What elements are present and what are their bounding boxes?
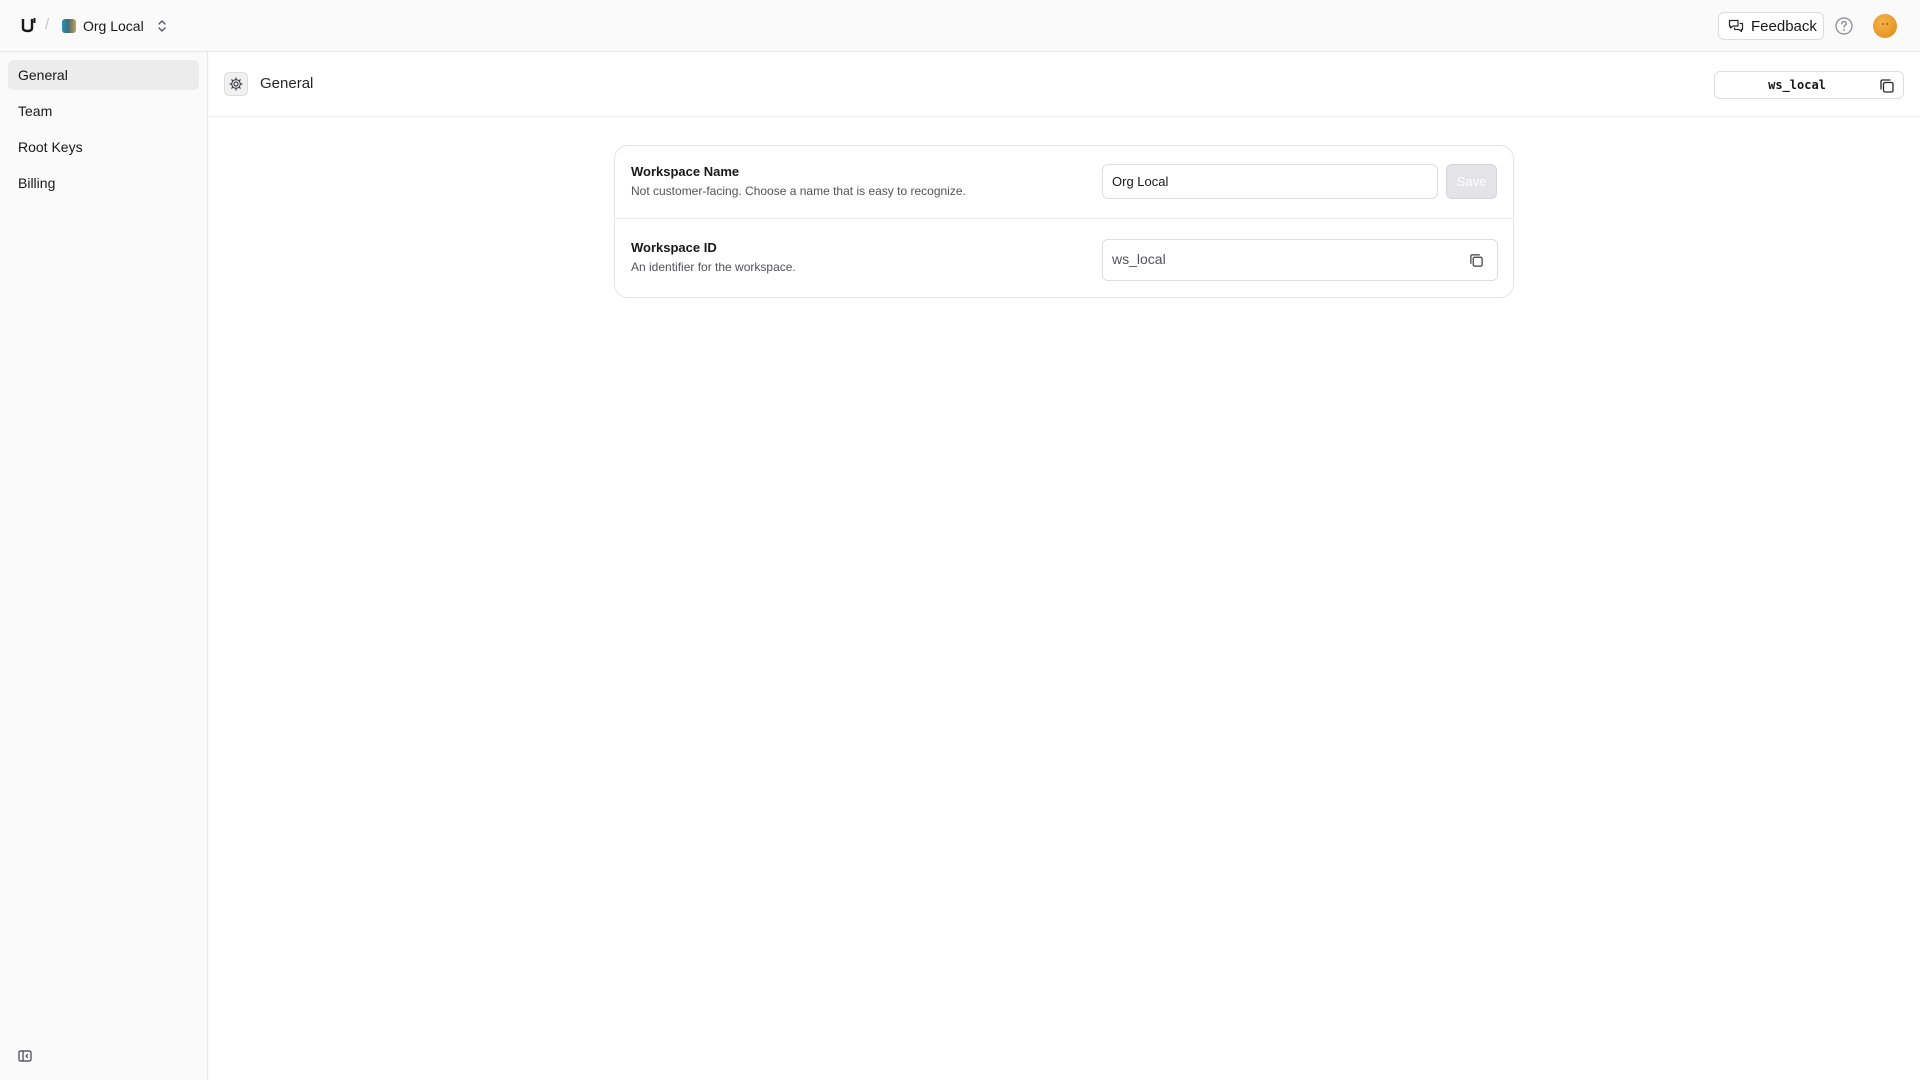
sidebar-item-label: Root Keys (18, 139, 83, 155)
sidebar-item-team[interactable]: Team (8, 96, 199, 126)
sidebar-item-general[interactable]: General (8, 60, 199, 90)
workspace-id-title: Workspace ID (631, 240, 717, 255)
sidebar-item-root-keys[interactable]: Root Keys (8, 132, 199, 162)
workspace-id-row: Workspace ID An identifier for the works… (615, 220, 1513, 297)
copy-icon[interactable] (1879, 78, 1895, 94)
sidebar-item-label: Billing (18, 175, 56, 191)
workspace-id-field[interactable]: ws_local (1102, 239, 1498, 281)
workspace-name-input[interactable] (1102, 164, 1438, 199)
sidebar-item-label: Team (18, 103, 53, 119)
feedback-label: Feedback (1751, 17, 1817, 35)
workspace-id-badge[interactable]: ws_local (1714, 71, 1904, 99)
sidebar: General Team Root Keys Billing (0, 52, 208, 1080)
copy-icon[interactable] (1469, 253, 1484, 268)
main-content: General ws_local Workspace Name Not cust… (209, 52, 1920, 1080)
sidebar-item-label: General (18, 67, 68, 83)
workspace-settings-card: Workspace Name Not customer-facing. Choo… (614, 145, 1514, 298)
breadcrumb-separator: / (45, 16, 50, 33)
chevrons-up-down-icon (157, 19, 167, 33)
save-button[interactable]: Save (1446, 164, 1497, 199)
sidebar-collapse-icon[interactable] (18, 1049, 32, 1063)
workspace-id-value: ws_local (1112, 251, 1166, 267)
page-title: General (260, 75, 314, 92)
workspace-name-row: Workspace Name Not customer-facing. Choo… (615, 146, 1513, 219)
workspace-name-description: Not customer-facing. Choose a name that … (631, 184, 966, 198)
user-avatar[interactable] (1873, 14, 1897, 38)
top-bar: / Org Local Feedback (0, 0, 1920, 52)
workspace-name: Org Local (83, 18, 144, 34)
workspace-switcher[interactable]: Org Local (62, 14, 167, 38)
workspace-avatar (62, 19, 76, 33)
sidebar-item-billing[interactable]: Billing (8, 168, 199, 198)
workspace-id-badge-text: ws_local (1768, 78, 1826, 92)
feedback-button[interactable]: Feedback (1718, 12, 1824, 40)
unkey-logo-icon[interactable] (20, 16, 36, 34)
page-header: General ws_local (209, 52, 1920, 117)
help-circle-icon[interactable] (1834, 16, 1854, 36)
message-square-icon (1728, 18, 1744, 34)
workspace-name-title: Workspace Name (631, 164, 740, 179)
gear-icon (224, 72, 248, 96)
workspace-id-description: An identifier for the workspace. (631, 260, 796, 274)
